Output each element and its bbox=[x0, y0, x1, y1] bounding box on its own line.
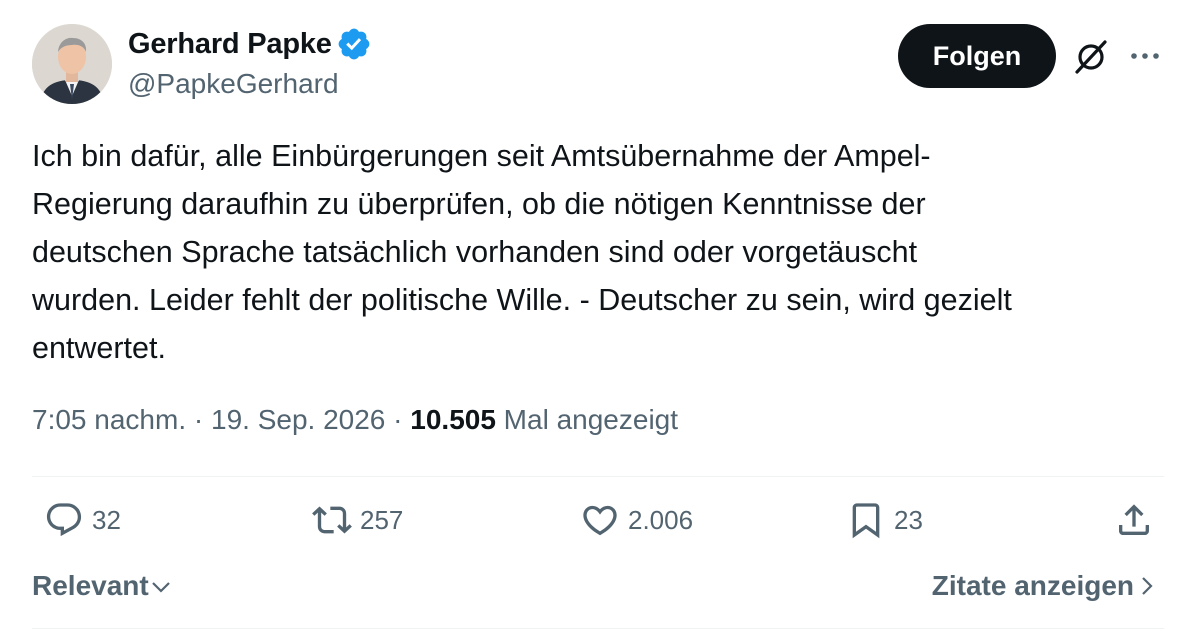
sort-label: Relevant bbox=[32, 570, 149, 601]
verified-badge-icon[interactable] bbox=[336, 26, 372, 62]
like-button[interactable]: 2.006 bbox=[580, 500, 693, 540]
chevron-down-icon bbox=[151, 582, 170, 593]
heart-icon bbox=[583, 505, 617, 536]
bookmark-button[interactable]: 23 bbox=[846, 500, 923, 540]
repost-count: 257 bbox=[360, 504, 404, 535]
reply-count: 32 bbox=[92, 504, 121, 535]
repost-icon bbox=[312, 506, 352, 534]
tweet-time[interactable]: 7:05 nachm. bbox=[32, 404, 186, 435]
avatar-image bbox=[32, 24, 112, 104]
author-name-row[interactable]: Gerhard Papke bbox=[128, 26, 372, 62]
divider bbox=[32, 476, 1164, 477]
repost-button[interactable]: 257 bbox=[312, 500, 403, 540]
tweet-text: Ich bin dafür, alle Einbürgerungen seit … bbox=[32, 139, 1012, 365]
bookmark-icon bbox=[852, 503, 880, 539]
reply-icon bbox=[46, 503, 82, 537]
like-count: 2.006 bbox=[628, 504, 694, 535]
tweet-metadata: 7:05 nachm. · 19. Sep. 2026 · 10.505 Mal… bbox=[32, 404, 678, 436]
avatar[interactable] bbox=[32, 24, 112, 104]
view-count-label: Mal angezeigt bbox=[495, 404, 679, 435]
more-icon[interactable] bbox=[1128, 44, 1162, 68]
show-quotes-link[interactable]: Zitate anzeigen bbox=[932, 570, 1158, 602]
author-name[interactable]: Gerhard Papke bbox=[128, 28, 332, 61]
share-icon bbox=[1119, 504, 1149, 535]
sort-relevant-dropdown[interactable]: Relevant bbox=[32, 570, 173, 602]
meta-separator: · bbox=[186, 404, 211, 435]
divider bbox=[32, 628, 1164, 629]
follow-button[interactable]: Folgen bbox=[898, 24, 1056, 88]
bookmark-count: 23 bbox=[894, 504, 923, 535]
meta-separator: · bbox=[385, 404, 411, 435]
chevron-right-icon bbox=[1142, 577, 1153, 595]
author-handle[interactable]: @PapkeGerhard bbox=[128, 68, 339, 100]
reply-button[interactable]: 32 bbox=[44, 500, 121, 540]
quotes-label: Zitate anzeigen bbox=[931, 570, 1134, 601]
share-button[interactable] bbox=[1114, 500, 1154, 540]
grok-icon[interactable] bbox=[1072, 38, 1110, 76]
view-count: 10.505 bbox=[410, 404, 496, 435]
tweet-date[interactable]: 19. Sep. 2026 bbox=[211, 404, 385, 435]
